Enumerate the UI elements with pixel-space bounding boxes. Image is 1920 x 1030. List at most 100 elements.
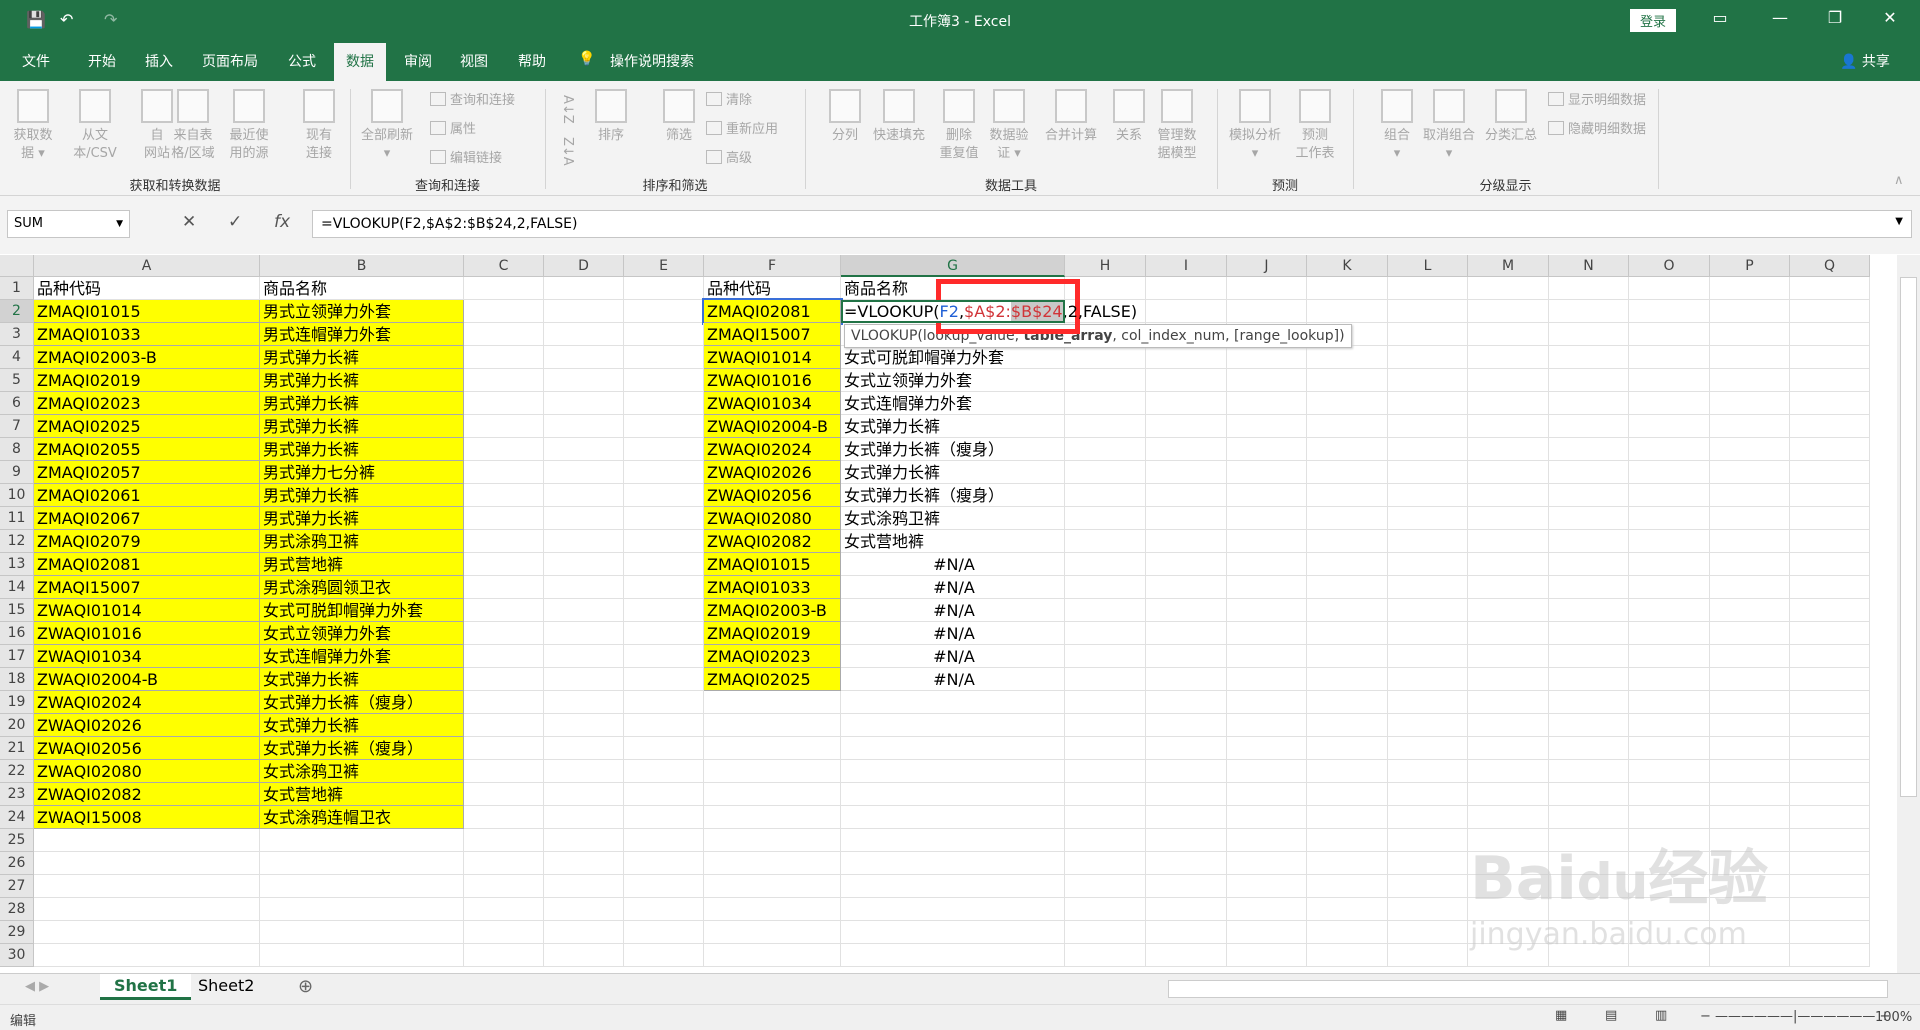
cell[interactable]: [624, 530, 704, 553]
cell[interactable]: [544, 438, 624, 461]
column-header-L[interactable]: L: [1388, 255, 1468, 277]
cell[interactable]: [544, 737, 624, 760]
cell[interactable]: [1388, 921, 1468, 944]
cell[interactable]: [841, 737, 1065, 760]
cell[interactable]: [624, 783, 704, 806]
cell[interactable]: [1146, 392, 1227, 415]
tab-8[interactable]: 帮助: [518, 51, 546, 71]
cell[interactable]: [704, 852, 841, 875]
cell[interactable]: [1468, 507, 1549, 530]
row-header-21[interactable]: 21: [0, 737, 34, 760]
cell[interactable]: [1227, 553, 1307, 576]
cell[interactable]: [544, 921, 624, 944]
cell[interactable]: [624, 599, 704, 622]
cell[interactable]: [1065, 668, 1146, 691]
cell[interactable]: [464, 898, 544, 921]
cell[interactable]: [1549, 507, 1629, 530]
column-header-A[interactable]: A: [34, 255, 260, 277]
cell[interactable]: ZMAQI01015: [704, 553, 841, 576]
cell[interactable]: [544, 944, 624, 967]
cell[interactable]: [1227, 392, 1307, 415]
cell[interactable]: [1629, 323, 1710, 346]
cell[interactable]: ZWAQI02026: [34, 714, 260, 737]
cell[interactable]: [1790, 852, 1870, 875]
cell[interactable]: [704, 875, 841, 898]
tab-5[interactable]: 数据: [334, 43, 386, 81]
cell[interactable]: [1307, 806, 1388, 829]
login-button[interactable]: 登录: [1630, 9, 1677, 32]
row-header-13[interactable]: 13: [0, 553, 34, 576]
za-sort-icon[interactable]: Z↓A: [560, 137, 575, 166]
zoom-level[interactable]: 100%: [1875, 1010, 1912, 1025]
cell[interactable]: ZMAQI02081: [34, 553, 260, 576]
sheet-nav-icon[interactable]: ◀ ▶: [25, 979, 49, 994]
cell[interactable]: [1790, 438, 1870, 461]
cell[interactable]: [1227, 300, 1307, 323]
cell[interactable]: [1710, 599, 1790, 622]
cell[interactable]: [1790, 760, 1870, 783]
cell[interactable]: [1065, 576, 1146, 599]
share-button[interactable]: 👤 共享: [1840, 51, 1890, 71]
cell[interactable]: [1065, 507, 1146, 530]
cell[interactable]: [1227, 484, 1307, 507]
cell[interactable]: [1468, 645, 1549, 668]
page-layout-icon[interactable]: ▤: [1605, 1008, 1617, 1023]
cell[interactable]: [544, 875, 624, 898]
cell[interactable]: [704, 691, 841, 714]
cell[interactable]: [1629, 461, 1710, 484]
cell[interactable]: [1227, 806, 1307, 829]
cell[interactable]: [1468, 576, 1549, 599]
cell[interactable]: [1388, 415, 1468, 438]
cell[interactable]: [624, 806, 704, 829]
cell[interactable]: [1388, 668, 1468, 691]
cell[interactable]: [1549, 783, 1629, 806]
ribbon-button-16[interactable]: 模拟分析 ▾: [1224, 89, 1286, 163]
cell[interactable]: [1388, 346, 1468, 369]
cell[interactable]: [1629, 760, 1710, 783]
cell[interactable]: [624, 507, 704, 530]
cell[interactable]: [1307, 438, 1388, 461]
cell[interactable]: [1227, 898, 1307, 921]
cell[interactable]: [1629, 806, 1710, 829]
cell[interactable]: [1790, 622, 1870, 645]
cell[interactable]: ZMAQI02019: [704, 622, 841, 645]
cell[interactable]: [1227, 507, 1307, 530]
cell[interactable]: [464, 369, 544, 392]
cell[interactable]: [1629, 484, 1710, 507]
minimize-icon[interactable]: —: [1760, 8, 1800, 27]
cell[interactable]: [1468, 714, 1549, 737]
cell[interactable]: [624, 714, 704, 737]
cell[interactable]: [544, 484, 624, 507]
cell[interactable]: [704, 921, 841, 944]
cell[interactable]: [1549, 760, 1629, 783]
cell[interactable]: 男式弹力长裤: [260, 507, 464, 530]
cell[interactable]: [464, 530, 544, 553]
cell[interactable]: 女式立领弹力外套: [260, 622, 464, 645]
cell[interactable]: [1146, 668, 1227, 691]
cell[interactable]: [624, 323, 704, 346]
cell[interactable]: 品种代码: [704, 277, 841, 300]
cell[interactable]: [1146, 346, 1227, 369]
cell[interactable]: [624, 921, 704, 944]
row-header-12[interactable]: 12: [0, 530, 34, 553]
cell[interactable]: [1790, 530, 1870, 553]
cell[interactable]: [1790, 944, 1870, 967]
name-box[interactable]: SUM ▼: [7, 210, 130, 238]
cell[interactable]: 男式营地裤: [260, 553, 464, 576]
cell[interactable]: [464, 875, 544, 898]
cell[interactable]: [260, 829, 464, 852]
cell[interactable]: [1710, 576, 1790, 599]
cell[interactable]: 男式涂鸦圆领卫衣: [260, 576, 464, 599]
cell[interactable]: [1790, 369, 1870, 392]
row-header-2[interactable]: 2: [0, 300, 34, 323]
cell[interactable]: [1710, 737, 1790, 760]
cell[interactable]: [1388, 438, 1468, 461]
cell[interactable]: [1146, 645, 1227, 668]
cell[interactable]: [260, 852, 464, 875]
cell[interactable]: [1388, 829, 1468, 852]
cell[interactable]: [841, 760, 1065, 783]
cell[interactable]: [1065, 346, 1146, 369]
cell[interactable]: ZMAQI02003-B: [704, 599, 841, 622]
cell[interactable]: [544, 346, 624, 369]
row-header-19[interactable]: 19: [0, 691, 34, 714]
